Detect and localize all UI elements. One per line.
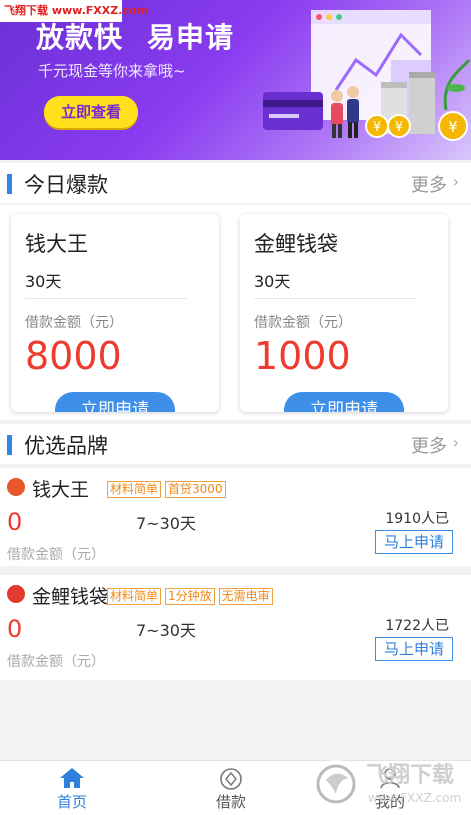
- nav-home-label: 首页: [56, 793, 87, 811]
- product-tags: 材料简单 1分钟放 无需电审: [107, 588, 277, 607]
- product-term: 7~30天: [136, 514, 196, 533]
- section-brand-more-link[interactable]: 更多: [411, 432, 447, 458]
- product-tag: 材料简单: [107, 481, 162, 498]
- hot-card-amount: 8000: [25, 334, 122, 378]
- product-logo-icon: [7, 478, 25, 496]
- product-applied-count: 1722人已: [385, 618, 449, 634]
- hot-cards-area: 钱大王 30天 借款金额（元） 8000 立即申请 金鲤钱袋 30天 借款金额（…: [0, 205, 471, 420]
- product-amount-label: 借款金额（元）: [7, 654, 105, 670]
- banner-view-button[interactable]: 立即查看: [44, 96, 138, 128]
- product-amount: 0: [7, 508, 23, 536]
- section-accent-bar: [7, 174, 12, 194]
- banner-title: 放款快 易申请: [36, 16, 234, 56]
- product-name: 金鲤钱袋: [32, 586, 109, 608]
- hot-card-amount: 1000: [254, 334, 351, 378]
- section-hot-title: 今日爆款: [24, 173, 108, 197]
- svg-text:¥: ¥: [395, 120, 403, 135]
- watermark-logo: 飞翔下载 www.FXXZ.com: [312, 760, 461, 808]
- product-logo-icon: [7, 585, 25, 603]
- product-tag: 首贷3000: [165, 481, 226, 498]
- product-applied-count: 1910人已: [385, 511, 449, 527]
- divider: [254, 298, 416, 299]
- banner-illustration: ¥ ¥ ¥: [263, 10, 471, 141]
- hot-card-apply-button[interactable]: 立即申请: [55, 392, 175, 412]
- nav-home[interactable]: 首页: [12, 761, 132, 815]
- product-amount: 0: [7, 615, 23, 643]
- banner-title-b: 易申请: [147, 21, 235, 54]
- svg-text:¥: ¥: [373, 120, 381, 135]
- watermark-label: 飞翔下载 www.FXXZ.com: [0, 0, 148, 22]
- hot-card-name: 钱大王: [25, 232, 88, 256]
- banner-subtitle: 千元现金等你来拿哦~: [38, 62, 186, 80]
- section-hot-header: 今日爆款 更多 ›: [0, 163, 471, 203]
- chevron-right-icon[interactable]: ›: [453, 172, 459, 191]
- nav-loan-label: 借款: [215, 793, 246, 811]
- section-hot-more-link[interactable]: 更多: [411, 171, 447, 197]
- hot-card[interactable]: 金鲤钱袋 30天 借款金额（元） 1000 立即申请: [240, 214, 448, 412]
- hot-card-name: 金鲤钱袋: [254, 232, 338, 256]
- hot-card-days: 30天: [25, 272, 62, 291]
- hot-card-apply-button[interactable]: 立即申请: [284, 392, 404, 412]
- list-item[interactable]: 钱大王 材料简单 首贷3000 0 7~30天 1910人已 马上申请 借款金额（…: [0, 468, 471, 566]
- product-tag: 材料简单: [107, 588, 162, 605]
- home-icon: [60, 768, 84, 788]
- product-term: 7~30天: [136, 621, 196, 640]
- watermark-logo-url: www.FXXZ.com: [368, 791, 461, 805]
- list-item[interactable]: 金鲤钱袋 材料简单 1分钟放 无需电审 0 7~30天 1722人已 马上申请 借款…: [0, 575, 471, 680]
- section-accent-bar: [7, 435, 12, 455]
- divider: [25, 298, 187, 299]
- apply-now-button[interactable]: 马上申请: [375, 530, 453, 554]
- watermark-logo-text: 飞翔下载: [366, 762, 454, 788]
- product-tags: 材料简单 首贷3000: [107, 481, 230, 500]
- hot-card[interactable]: 钱大王 30天 借款金额（元） 8000 立即申请: [11, 214, 219, 412]
- section-brand-header: 优选品牌 更多 ›: [0, 424, 471, 464]
- product-amount-label: 借款金额（元）: [7, 547, 105, 563]
- hot-card-days: 30天: [254, 272, 291, 291]
- section-brand-title: 优选品牌: [24, 434, 108, 458]
- product-tag: 1分钟放: [165, 588, 215, 605]
- loan-icon: [220, 768, 242, 790]
- product-tag: 无需电审: [218, 588, 273, 605]
- nav-loan[interactable]: 借款: [171, 761, 291, 815]
- apply-now-button[interactable]: 马上申请: [375, 637, 453, 661]
- product-name: 钱大王: [32, 479, 90, 501]
- chevron-right-icon[interactable]: ›: [453, 433, 459, 452]
- hot-card-amount-label: 借款金额（元）: [25, 315, 123, 331]
- svg-text:¥: ¥: [448, 118, 458, 136]
- promo-banner[interactable]: 飞翔下载 www.FXXZ.com 放款快 易申请 千元现金等你来拿哦~ 立即查看…: [0, 0, 471, 160]
- hot-card-amount-label: 借款金额（元）: [254, 315, 352, 331]
- banner-title-a: 放款快: [36, 21, 124, 54]
